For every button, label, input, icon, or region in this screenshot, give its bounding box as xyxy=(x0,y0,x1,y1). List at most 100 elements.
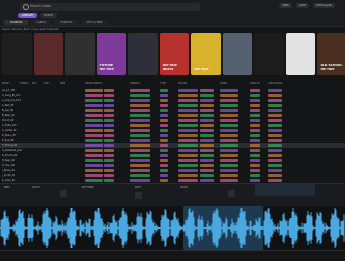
tag-chip[interactable] xyxy=(200,154,214,157)
tag-chip[interactable] xyxy=(85,124,103,127)
tag-chip[interactable] xyxy=(178,169,198,172)
tag-chip[interactable] xyxy=(160,94,168,97)
tag-chip[interactable] xyxy=(160,149,168,152)
tag-chip[interactable] xyxy=(104,179,114,182)
cover-art-8[interactable] xyxy=(254,33,284,75)
tag-chip[interactable] xyxy=(178,109,198,112)
tag-chip[interactable] xyxy=(130,104,150,107)
tag-chip[interactable] xyxy=(178,149,198,152)
tag-chip[interactable] xyxy=(130,139,150,142)
tag-chip[interactable] xyxy=(250,94,260,97)
tag-chip[interactable] xyxy=(104,159,114,162)
pill-filter[interactable]: FILTER xyxy=(40,13,57,18)
tag-chip[interactable] xyxy=(268,119,282,122)
tag-chip[interactable] xyxy=(85,134,103,137)
tag-chip[interactable] xyxy=(178,99,198,102)
tag-chip[interactable] xyxy=(104,99,114,102)
tag-chip[interactable] xyxy=(268,149,282,152)
tag-chip[interactable] xyxy=(130,154,150,157)
column-header[interactable]: INSTRUMENTS xyxy=(85,82,102,87)
tag-chip[interactable] xyxy=(160,174,168,177)
tag-chip[interactable] xyxy=(104,109,114,112)
search-input[interactable]: Search views xyxy=(20,3,200,11)
tag-chip[interactable] xyxy=(220,99,238,102)
tag-chip[interactable] xyxy=(85,89,103,92)
tag-chip[interactable] xyxy=(250,154,260,157)
tag-chip[interactable] xyxy=(268,99,282,102)
tag-chip[interactable] xyxy=(250,124,260,127)
tag-chip[interactable] xyxy=(85,174,103,177)
tag-chip[interactable] xyxy=(200,134,214,137)
loop-button-transport[interactable] xyxy=(228,190,235,197)
column-header[interactable]: TYPE xyxy=(160,82,166,87)
tag-chip[interactable] xyxy=(178,134,198,137)
tag-chip[interactable] xyxy=(250,144,260,147)
tag-chip[interactable] xyxy=(220,94,238,97)
tag-chip[interactable] xyxy=(178,154,198,157)
tag-chip[interactable] xyxy=(268,169,282,172)
tag-chip[interactable] xyxy=(160,159,168,162)
tag-chip[interactable] xyxy=(85,94,103,97)
tag-chip[interactable] xyxy=(85,109,103,112)
tag-chip[interactable] xyxy=(268,144,282,147)
tag-chip[interactable] xyxy=(160,119,168,122)
column-header[interactable]: LABEL xyxy=(220,82,228,87)
tag-chip[interactable] xyxy=(268,179,282,182)
tag-chip[interactable] xyxy=(130,174,150,177)
breadcrumb[interactable]: Search Results | Back | Save Search Resu… xyxy=(2,28,59,31)
tag-chip[interactable] xyxy=(220,109,238,112)
tag-chip[interactable] xyxy=(130,164,150,167)
tag-chip[interactable] xyxy=(178,129,198,132)
tag-chip[interactable] xyxy=(130,109,150,112)
tag-chip[interactable] xyxy=(104,169,114,172)
cover-art-10[interactable]: OLD SCHOOL HIP HOP xyxy=(317,33,345,75)
tag-chip[interactable] xyxy=(160,134,168,137)
cover-art-5[interactable]: HIP HOP BEATS xyxy=(159,33,190,75)
tag-chip[interactable] xyxy=(200,169,214,172)
tag-chip[interactable] xyxy=(268,159,282,162)
column-header[interactable]: LENGTH xyxy=(250,82,260,87)
tag-chip[interactable] xyxy=(130,114,150,117)
tag-chip[interactable] xyxy=(250,169,260,172)
tag-chip[interactable] xyxy=(85,154,103,157)
tag-chip[interactable] xyxy=(200,179,214,182)
tag-chip[interactable] xyxy=(160,139,168,142)
tag-chip[interactable] xyxy=(250,114,260,117)
tag-chip[interactable] xyxy=(200,139,214,142)
tag-chip[interactable] xyxy=(220,129,238,132)
tab-formats[interactable]: FORMATS xyxy=(54,20,79,25)
tag-chip[interactable] xyxy=(220,144,238,147)
tag-chip[interactable] xyxy=(85,129,103,132)
tag-chip[interactable] xyxy=(250,129,260,132)
tag-chip[interactable] xyxy=(268,134,282,137)
tag-chip[interactable] xyxy=(268,94,282,97)
tag-chip[interactable] xyxy=(200,129,214,132)
cover-art-7[interactable] xyxy=(222,33,253,75)
column-header[interactable]: MOODS xyxy=(178,82,187,87)
tag-chip[interactable] xyxy=(220,169,238,172)
column-header[interactable]: NAME xyxy=(2,82,9,87)
tag-chip[interactable] xyxy=(178,89,198,92)
tag-chip[interactable] xyxy=(160,129,168,132)
sync-button[interactable] xyxy=(60,190,67,197)
tag-chip[interactable] xyxy=(104,134,114,137)
tag-chip[interactable] xyxy=(250,159,260,162)
tag-chip[interactable] xyxy=(104,174,114,177)
tag-chip[interactable] xyxy=(200,144,214,147)
tag-chip[interactable] xyxy=(220,134,238,137)
tag-chip[interactable] xyxy=(85,159,103,162)
tag-chip[interactable] xyxy=(268,114,282,117)
tag-chip[interactable] xyxy=(250,174,260,177)
tag-chip[interactable] xyxy=(200,109,214,112)
tag-chip[interactable] xyxy=(160,154,168,157)
tag-chip[interactable] xyxy=(160,144,168,147)
tag-chip[interactable] xyxy=(268,89,282,92)
tag-chip[interactable] xyxy=(250,99,260,102)
tag-chip[interactable] xyxy=(85,99,103,102)
tag-chip[interactable] xyxy=(250,139,260,142)
loop-button[interactable]: LOOP xyxy=(295,3,309,8)
tab-sources[interactable]: SOURCES xyxy=(4,20,29,25)
edit-button[interactable] xyxy=(135,192,142,199)
tag-chip[interactable] xyxy=(250,89,260,92)
column-header[interactable]: TEMPO xyxy=(20,82,28,87)
